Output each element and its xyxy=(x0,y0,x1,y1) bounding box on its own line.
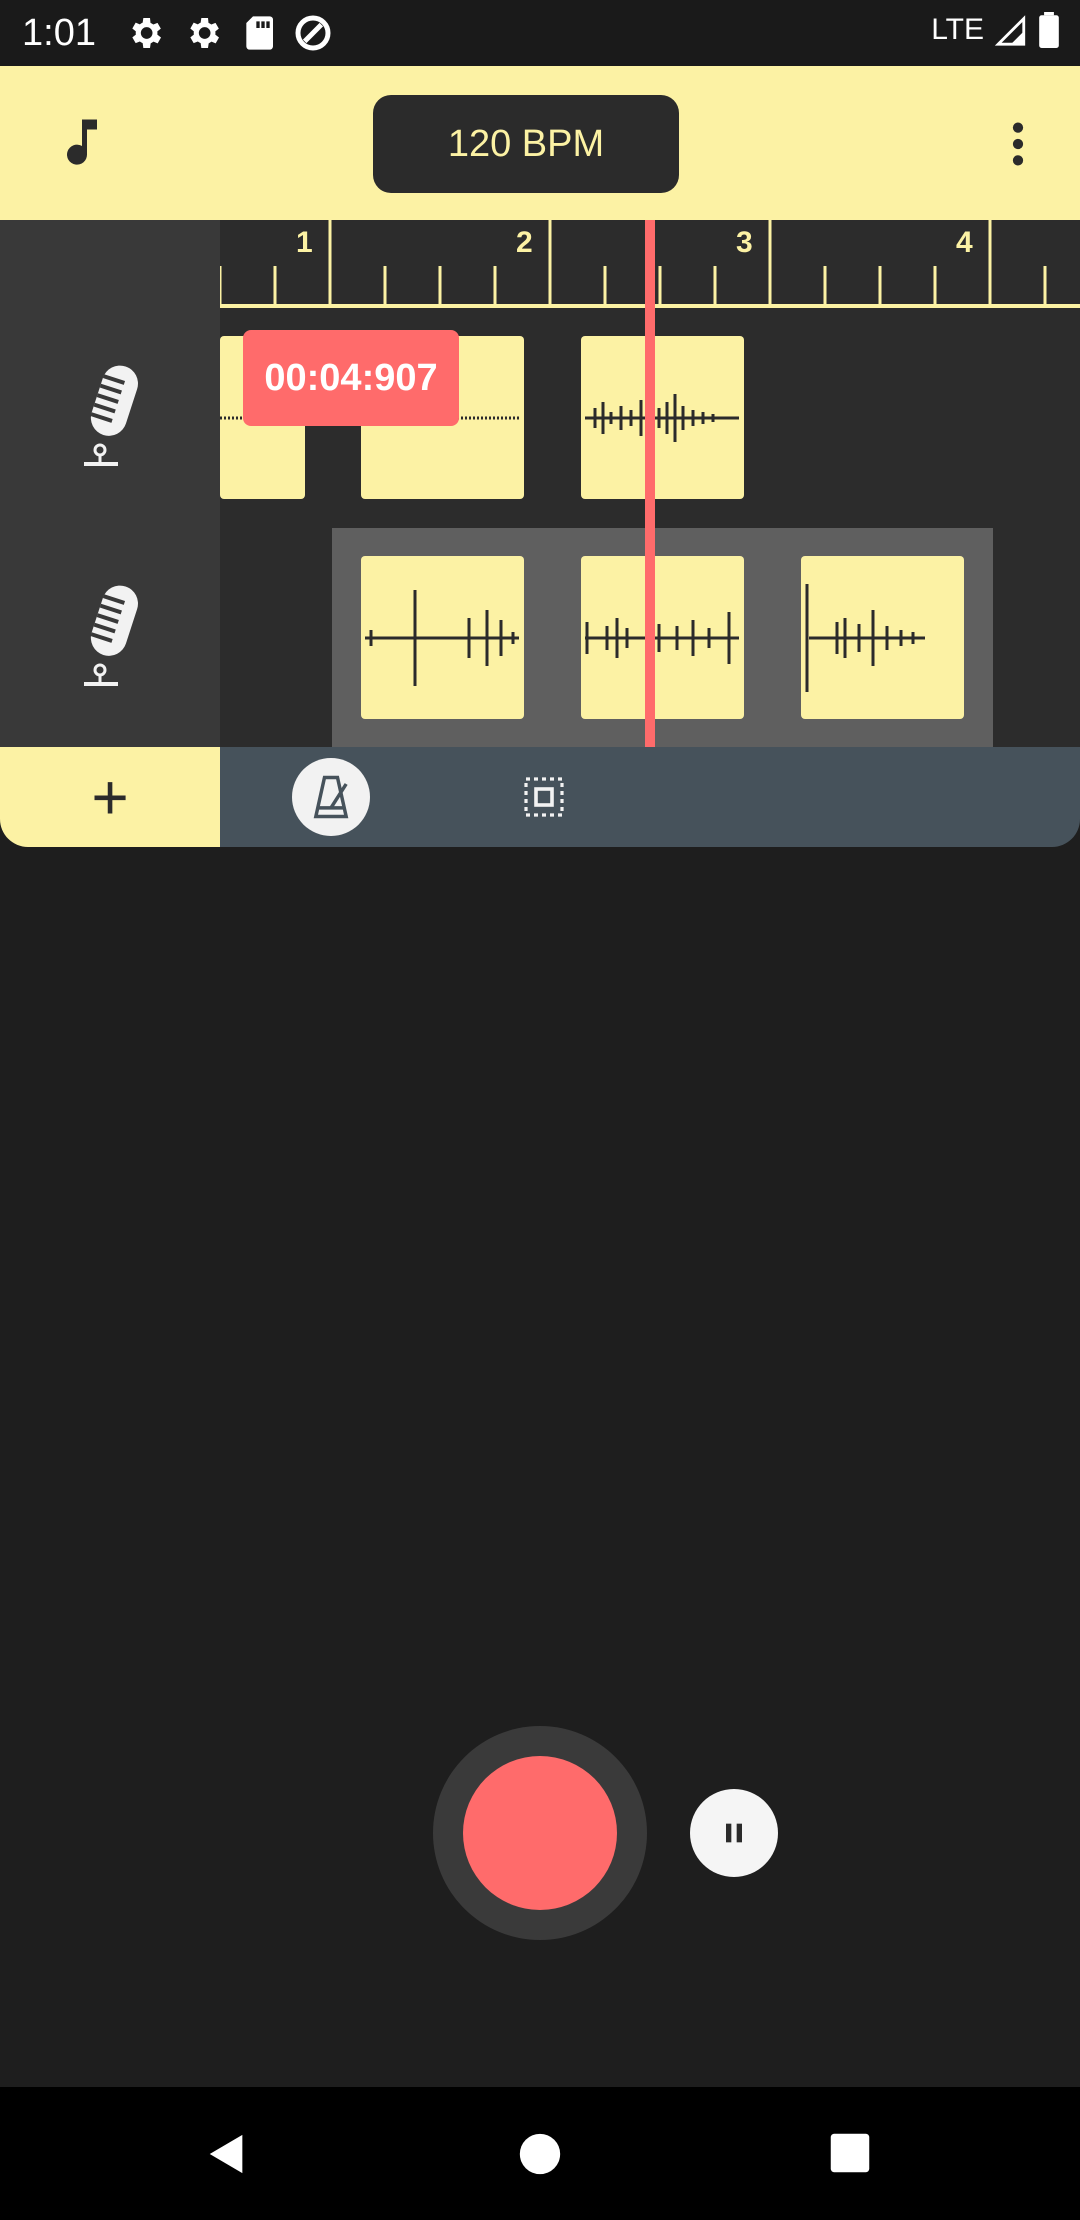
battery-icon xyxy=(1039,12,1059,48)
ruler-bar-2: 2 xyxy=(516,226,533,259)
metronome-icon xyxy=(313,775,349,819)
add-track-label: + xyxy=(91,761,129,833)
bpm-button[interactable]: 120 BPM xyxy=(373,95,679,193)
top-toolbar: 120 BPM xyxy=(0,66,1080,220)
status-bar: 1:01 LTE xyxy=(0,0,1080,66)
audio-clip[interactable] xyxy=(801,556,964,719)
audio-clip[interactable] xyxy=(361,556,524,719)
data-saver-icon xyxy=(295,15,331,51)
select-all-icon xyxy=(524,777,564,817)
audio-clip[interactable] xyxy=(581,336,744,499)
ruler-bar-4: 4 xyxy=(956,226,973,259)
playhead[interactable] xyxy=(645,220,655,747)
add-track-button[interactable]: + xyxy=(0,747,220,847)
recents-icon[interactable] xyxy=(829,2132,871,2174)
track-2-header[interactable] xyxy=(0,520,220,740)
settings-icon xyxy=(190,18,219,48)
network-type: LTE xyxy=(931,13,984,46)
pause-button[interactable] xyxy=(690,1789,778,1877)
settings-icon xyxy=(132,18,161,48)
ruler-bar-3: 3 xyxy=(736,226,753,259)
home-icon[interactable] xyxy=(518,2132,562,2176)
microphone-icon xyxy=(84,585,138,686)
audio-clip[interactable] xyxy=(581,556,744,719)
music-note-icon[interactable] xyxy=(52,112,112,172)
record-button[interactable] xyxy=(463,1756,617,1910)
playback-time-badge: 00:04:907 xyxy=(243,330,459,426)
microphone-icon xyxy=(84,365,138,466)
back-icon[interactable] xyxy=(204,2131,250,2177)
track-1-header[interactable] xyxy=(0,308,220,508)
pause-icon xyxy=(726,1823,742,1843)
signal-icon xyxy=(994,15,1026,46)
sd-card-icon xyxy=(246,16,273,50)
select-all-button[interactable] xyxy=(520,773,568,821)
ruler-bar-1: 1 xyxy=(296,226,313,259)
metronome-button[interactable] xyxy=(292,758,370,836)
track-headers xyxy=(0,220,220,747)
more-vert-icon[interactable] xyxy=(990,116,1046,172)
status-time: 1:01 xyxy=(22,12,96,54)
timeline-tools-bar xyxy=(220,747,1080,847)
navigation-bar xyxy=(0,2087,1080,2220)
